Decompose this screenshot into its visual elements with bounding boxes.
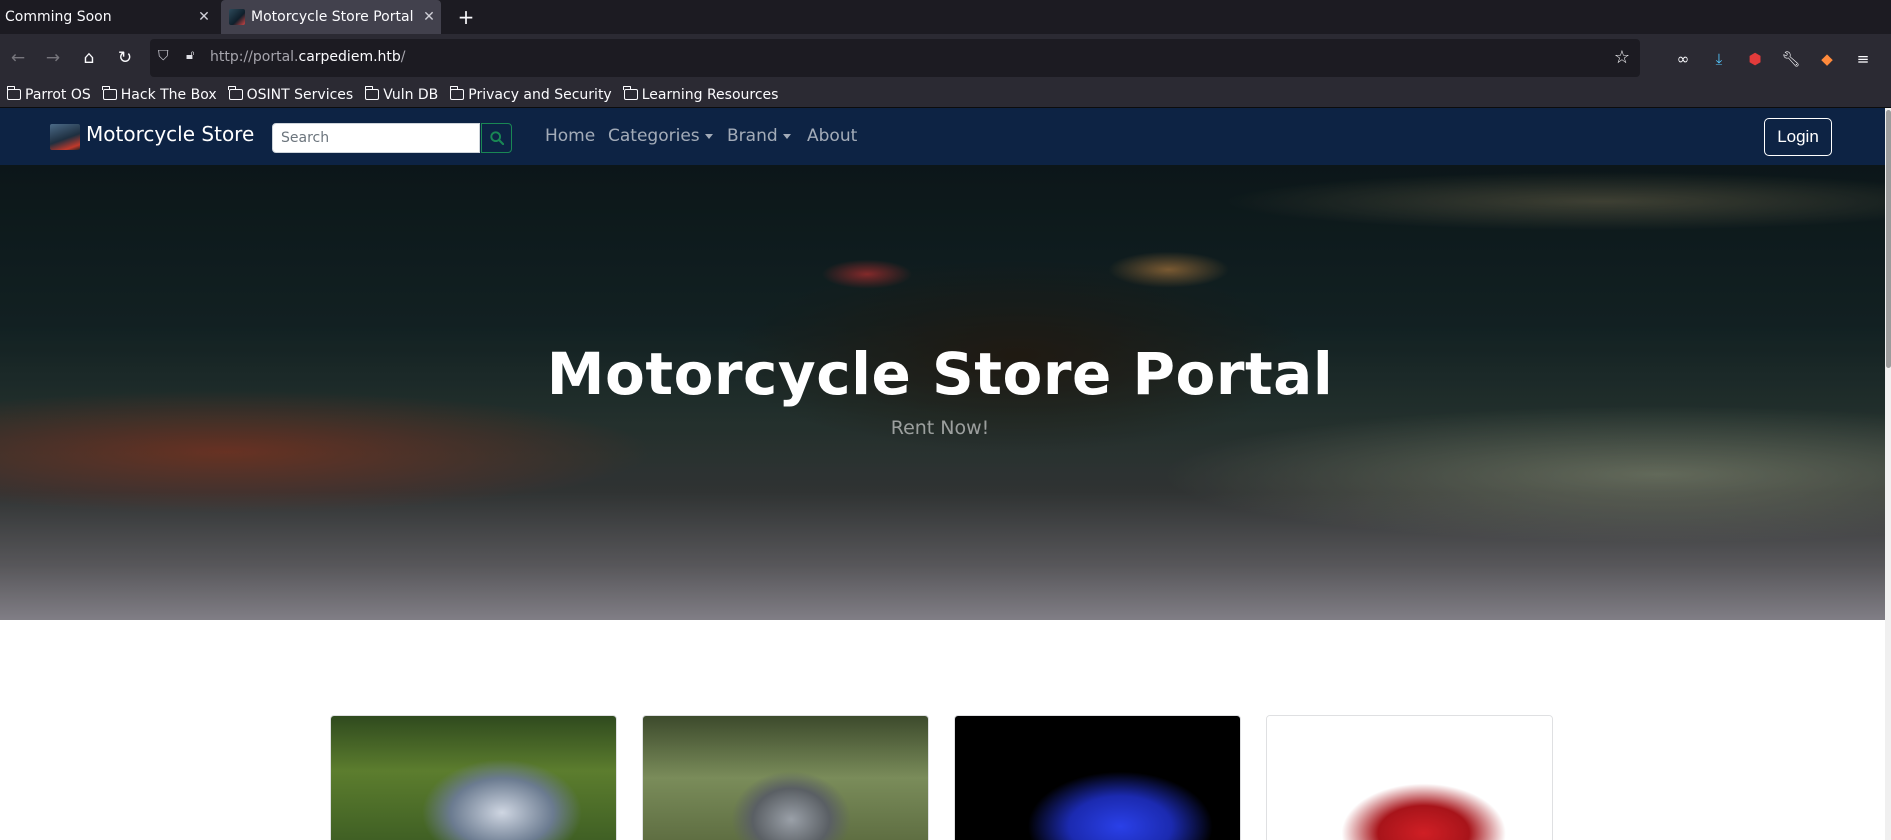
hero-banner: Motorcycle Store Portal Rent Now!: [0, 165, 1885, 620]
login-button[interactable]: Login: [1764, 118, 1832, 156]
folder-icon: [449, 86, 465, 100]
folder-icon: [228, 86, 243, 100]
hamburger-menu-icon[interactable]: ≡: [1852, 48, 1874, 70]
bookmark-folder[interactable]: Parrot OS: [6, 86, 91, 103]
nav-categories-dropdown[interactable]: Categories: [608, 126, 713, 146]
browser-tabstrip: Comming Soon ✕ Motorcycle Store Portal ✕…: [0, 0, 1891, 34]
page-viewport: Motorcycle Store Home Categories Brand A…: [0, 108, 1891, 840]
bookmark-folder[interactable]: OSINT Services: [228, 86, 353, 103]
bookmarks-bar: Parrot OS Hack The Box OSINT Services Vu…: [0, 82, 1891, 108]
tracking-shield-icon[interactable]: ⛉: [158, 48, 176, 68]
site-favicon-icon: [229, 9, 245, 25]
scrollbar-thumb[interactable]: [1886, 110, 1891, 368]
forward-arrow-icon[interactable]: →: [40, 45, 66, 71]
product-card[interactable]: [1266, 715, 1553, 840]
wrench-icon[interactable]: 🔧︎: [1780, 48, 1802, 70]
nav-about-link[interactable]: About: [807, 126, 857, 146]
bookmark-folder[interactable]: Learning Resources: [623, 86, 778, 103]
search-icon: [489, 131, 504, 145]
folder-icon: [102, 86, 117, 100]
tab-motorcycle-store-portal[interactable]: Motorcycle Store Portal ✕: [221, 0, 441, 34]
reload-icon[interactable]: ↻: [112, 45, 138, 71]
brand-logo-icon[interactable]: [50, 124, 80, 150]
nav-home-link[interactable]: Home: [545, 126, 595, 146]
site-navbar: Motorcycle Store Home Categories Brand A…: [0, 108, 1885, 165]
private-mask-icon[interactable]: ∞: [1672, 48, 1694, 70]
tab-title: Comming Soon: [5, 9, 112, 25]
new-tab-plus-icon[interactable]: +: [452, 3, 480, 31]
caret-down-icon: [704, 133, 713, 139]
folder-icon: [6, 86, 21, 100]
tab-comming-soon[interactable]: Comming Soon ✕: [0, 0, 216, 34]
folder-icon: [364, 86, 380, 100]
product-card[interactable]: [954, 715, 1241, 840]
brand-link[interactable]: Motorcycle Store: [86, 122, 254, 146]
motorcycle-image[interactable]: [955, 716, 1240, 840]
bookmark-folder[interactable]: Hack The Box: [102, 86, 217, 103]
nav-brand-dropdown[interactable]: Brand: [727, 126, 791, 146]
bookmark-folder[interactable]: Privacy and Security: [449, 86, 612, 103]
hero-title: Motorcycle Store Portal: [546, 340, 1334, 408]
tab-title: Motorcycle Store Portal: [251, 9, 414, 25]
browser-toolbar: ← → ⌂ ↻ ⛉ 🔓︎ http://portal.carpediem.htb…: [0, 34, 1891, 82]
close-icon[interactable]: ✕: [417, 9, 441, 25]
product-card[interactable]: [330, 715, 617, 840]
motorcycle-image[interactable]: [1267, 716, 1552, 840]
home-icon[interactable]: ⌂: [76, 45, 102, 71]
search-button[interactable]: [481, 123, 512, 153]
url-text: http://portal.carpediem.htb/: [210, 49, 406, 65]
caret-down-icon: [782, 133, 791, 139]
foxyproxy-icon[interactable]: ◆: [1816, 48, 1838, 70]
download-icon[interactable]: ⤓: [1708, 48, 1730, 70]
product-card[interactable]: [642, 715, 929, 840]
page-scrollbar[interactable]: [1885, 108, 1891, 840]
bookmark-star-icon[interactable]: ☆: [1614, 47, 1630, 68]
insecure-lock-icon[interactable]: 🔓︎: [186, 48, 204, 68]
close-icon[interactable]: ✕: [192, 9, 216, 25]
address-bar[interactable]: ⛉ 🔓︎ http://portal.carpediem.htb/ ☆: [150, 39, 1640, 77]
folder-icon: [623, 86, 638, 100]
search-input[interactable]: [272, 123, 480, 153]
bookmark-folder[interactable]: Vuln DB: [364, 86, 438, 103]
back-arrow-icon[interactable]: ←: [5, 45, 31, 71]
hero-subtitle: Rent Now!: [890, 417, 990, 439]
motorcycle-image[interactable]: [643, 716, 928, 840]
ublock-icon[interactable]: ⬢: [1744, 48, 1766, 70]
motorcycle-image[interactable]: [331, 716, 616, 840]
